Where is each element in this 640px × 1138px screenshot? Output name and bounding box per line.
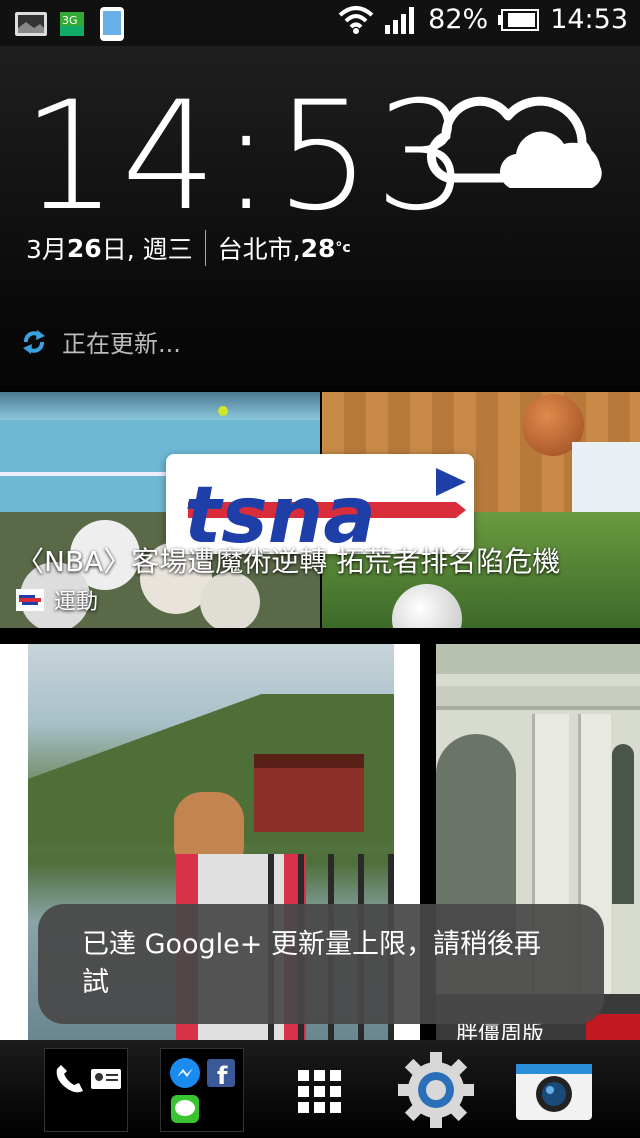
all-apps-button[interactable] <box>278 1048 362 1132</box>
apps-grid-icon <box>298 1070 341 1113</box>
news-source: 運動 <box>16 584 98 616</box>
clock-weather-widget[interactable]: 14:53 3月 26 日, 週三 台北市, 28 °c 正在更新... <box>0 46 640 391</box>
date-day: 26 <box>66 233 102 263</box>
battery-icon <box>498 8 540 31</box>
status-bar: 3G 82% 14:53 <box>0 0 640 46</box>
date-prefix: 3月 <box>26 235 67 264</box>
clock-time[interactable]: 14:53 <box>22 82 474 232</box>
messenger-facebook-line-folder[interactable]: f <box>160 1048 244 1132</box>
divider <box>204 230 206 266</box>
svg-text:f: f <box>217 1062 228 1090</box>
camera-button[interactable] <box>512 1048 596 1132</box>
tsna-logo-graphic: tsna <box>184 468 466 554</box>
news-headline[interactable]: 〈NBA〉客場遭魔術逆轉 拓荒者排名陷危機 <box>16 540 560 580</box>
status-time: 14:53 <box>550 4 628 35</box>
news-source-label: 運動 <box>54 590 99 615</box>
source-logo-icon <box>16 589 44 611</box>
updating-status: 正在更新... <box>20 324 181 359</box>
signal-icon <box>385 6 415 34</box>
svg-text:3G: 3G <box>62 14 78 27</box>
battery-percent: 82% <box>428 4 489 35</box>
cloudy-icon[interactable] <box>424 86 608 196</box>
tsna-logo: tsna <box>166 454 474 554</box>
3g-data-icon: 3G <box>60 12 84 36</box>
date-suffix: 日, 週三 <box>101 235 193 264</box>
temperature: 28 <box>300 233 336 263</box>
phone-contacts-folder[interactable] <box>44 1048 128 1132</box>
settings-button[interactable] <box>394 1048 478 1132</box>
social-apps-icons: f <box>170 1058 235 1123</box>
toast-message: 已達 Google+ 更新量上限，請稍後再試 <box>38 904 604 1024</box>
gear-icon <box>398 1052 474 1128</box>
phone-storage-icon <box>100 7 124 41</box>
refresh-icon <box>23 329 45 354</box>
camera-icon <box>516 1064 592 1120</box>
dock: f <box>0 1040 640 1138</box>
wifi-icon <box>338 5 374 34</box>
temperature-unit: °c <box>335 240 351 256</box>
news-card[interactable]: tsna 〈NBA〉客場遭魔術逆轉 拓荒者排名陷危機 運動 <box>0 392 640 628</box>
city: 台北市, <box>217 235 301 264</box>
phone-contacts-icons <box>56 1065 121 1093</box>
gallery-notification-icon <box>15 12 47 36</box>
updating-text: 正在更新... <box>62 330 181 358</box>
date-location-row: 3月 26 日, 週三 台北市, 28 °c <box>26 230 351 266</box>
